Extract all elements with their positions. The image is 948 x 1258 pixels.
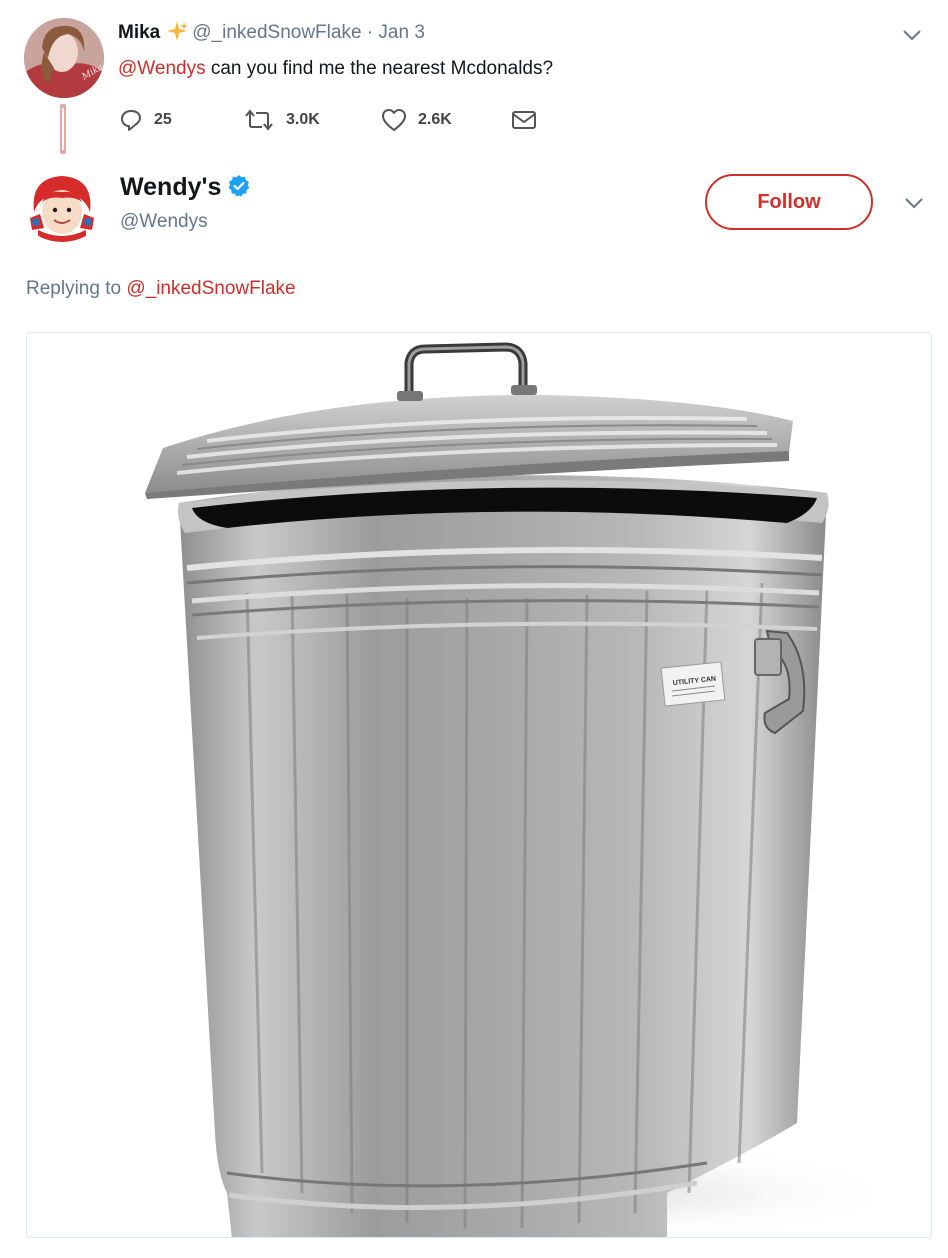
tweet-header: Mika @_inkedSnowFlake · Jan 3	[118, 20, 425, 45]
author-handle[interactable]: @_inkedSnowFlake	[192, 22, 361, 43]
reply-author-name[interactable]: Wendy's	[120, 172, 251, 202]
replying-prefix: Replying to	[26, 278, 127, 299]
retweet-button[interactable]: 3.0K	[242, 106, 320, 134]
retweet-count: 3.0K	[286, 111, 320, 128]
chevron-down-icon[interactable]	[902, 28, 922, 42]
dm-icon	[512, 111, 536, 129]
separator-dot: ·	[366, 22, 374, 43]
follow-button[interactable]: Follow	[705, 174, 873, 230]
tweet-image[interactable]: UTILITY CAN	[26, 332, 932, 1238]
original-tweet: Mika Mika @_inkedSnowFlake · Jan 3 @Wendy…	[0, 0, 948, 160]
reply-author-name-text[interactable]: Wendy's	[120, 173, 221, 201]
tweet-date[interactable]: Jan 3	[378, 22, 424, 43]
dm-button[interactable]	[510, 106, 538, 134]
like-icon	[382, 109, 406, 131]
avatar-wendys[interactable]	[24, 168, 100, 244]
reply-count: 25	[154, 111, 172, 128]
replying-to-link[interactable]: @_inkedSnowFlake	[126, 278, 295, 299]
retweet-icon	[245, 109, 273, 131]
tweet-body: can you find me the nearest Mcdonalds?	[205, 58, 554, 79]
verified-icon	[228, 175, 250, 197]
tweet-text: @Wendys can you find me the nearest Mcdo…	[118, 56, 553, 82]
avatar-mika[interactable]: Mika	[24, 18, 104, 98]
reply-icon	[121, 110, 141, 131]
mention-link[interactable]: @Wendys	[118, 58, 206, 79]
replying-to: Replying to @_inkedSnowFlake	[26, 276, 296, 302]
reply-button[interactable]: 25	[118, 106, 172, 134]
like-button[interactable]: 2.6K	[380, 106, 452, 134]
chevron-down-icon[interactable]	[904, 196, 924, 210]
trash-can-photo: UTILITY CAN	[145, 342, 907, 1237]
reply-author-handle[interactable]: @Wendys	[120, 210, 208, 234]
sparkle-icon	[167, 21, 189, 41]
thread-connector	[60, 104, 66, 154]
like-count: 2.6K	[418, 111, 452, 128]
author-name[interactable]: Mika	[118, 22, 160, 43]
